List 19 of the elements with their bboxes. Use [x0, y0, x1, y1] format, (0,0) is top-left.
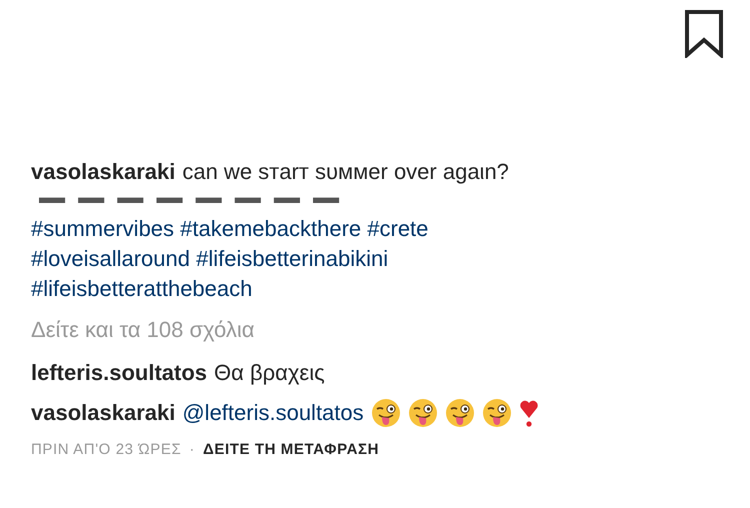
winking-face-icon	[444, 398, 475, 428]
hashtag-text[interactable]: #loveisallaround #lifeisbetterinabikini	[31, 244, 388, 274]
username-link[interactable]: vasolaskaraki	[31, 398, 176, 428]
separator-dot: ·	[189, 440, 195, 458]
winking-face-icon	[408, 398, 438, 428]
caption-text: can we sтarт sυммer over agaιn?	[182, 158, 509, 186]
winking-face-icon	[482, 398, 512, 428]
winking-face-icon	[370, 398, 401, 428]
username-link[interactable]: lefteris.soultatos	[31, 358, 208, 388]
translate-link[interactable]: ΔΕΙΤΕ ΤΗ ΜΕΤΑΦΡΑΣΗ	[202, 440, 380, 458]
heart-exclamation-icon	[518, 398, 539, 428]
hashtag-text[interactable]: #lifeisbetteratthebeach	[31, 274, 252, 304]
dashed-divider: ▬ ▬ ▬ ▬ ▬ ▬ ▬ ▬	[39, 186, 342, 208]
timestamp: ΠΡΙΝ ΑΠ'Ο 23 ΏΡΕΣ	[31, 440, 182, 458]
hashtag-text[interactable]: #summervibes #takemebackthere #crete	[31, 214, 428, 244]
bookmark-icon[interactable]	[684, 9, 724, 58]
username-link[interactable]: vasolaskaraki	[31, 157, 176, 187]
mention-link[interactable]: @lefteris.soultatos	[182, 398, 364, 428]
comment-text: Θα βραχεις	[214, 359, 325, 387]
